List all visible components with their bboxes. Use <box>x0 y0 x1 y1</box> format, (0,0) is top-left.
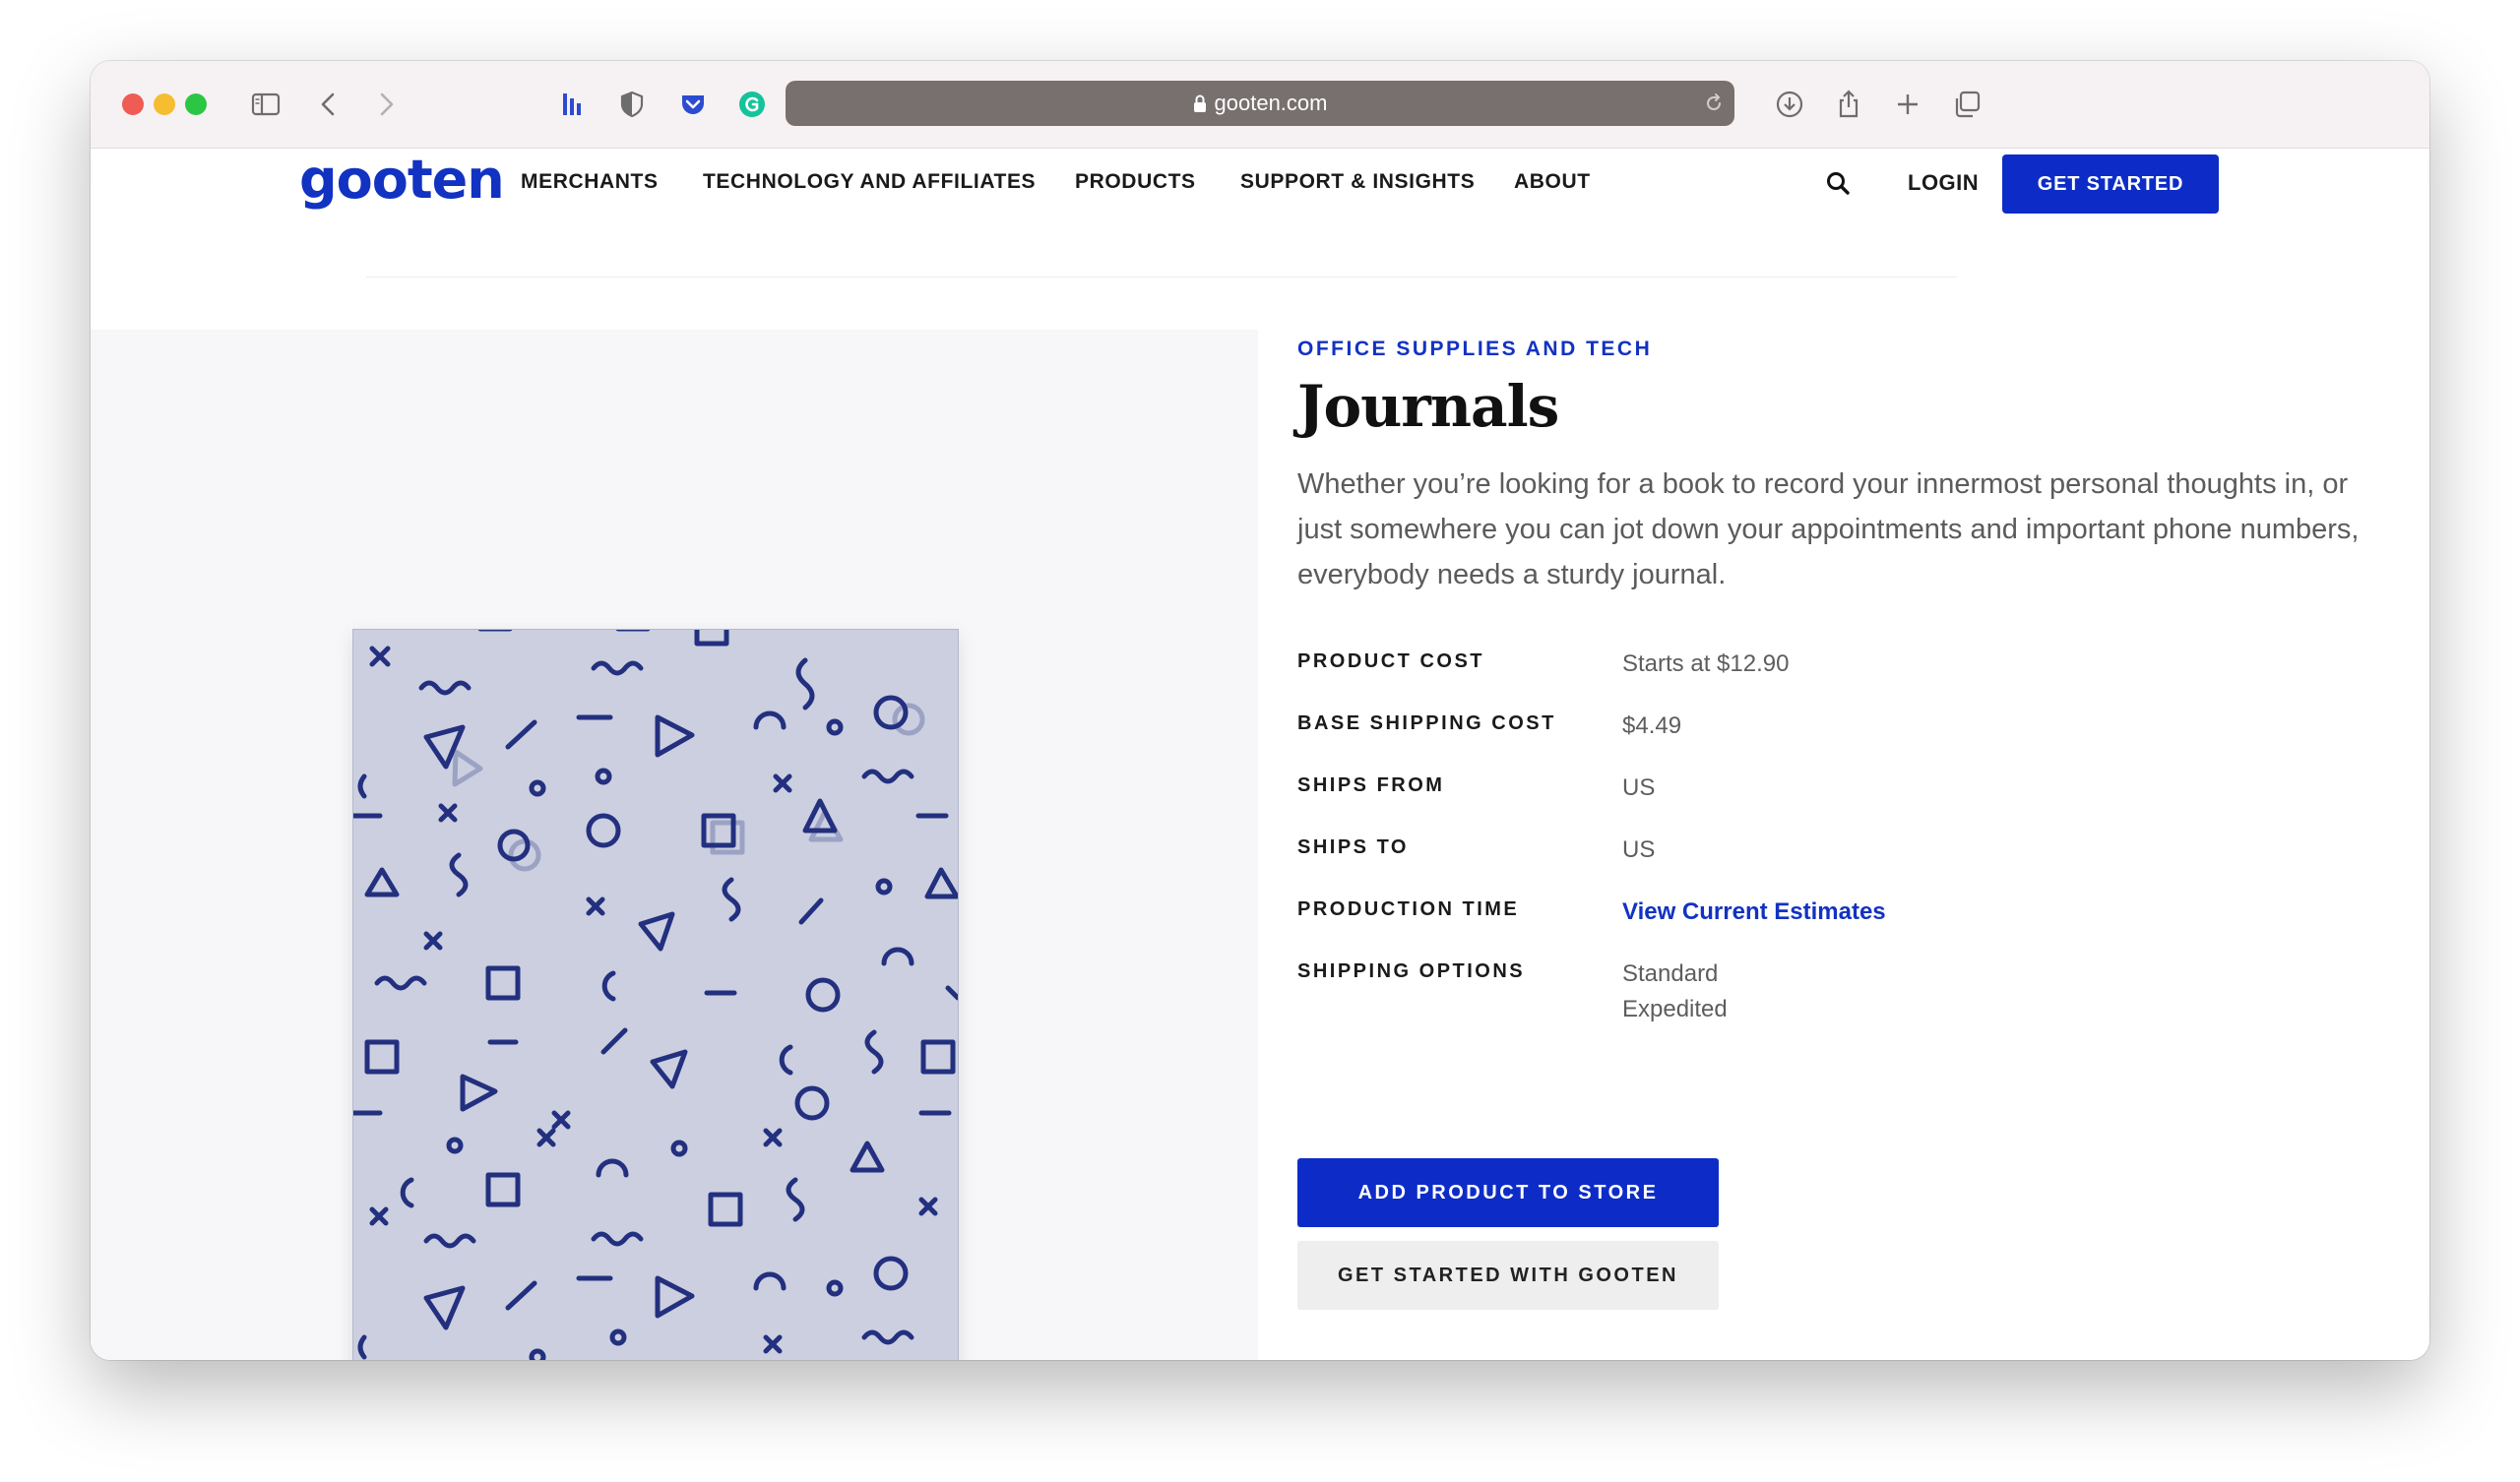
grammarly-icon[interactable] <box>730 83 774 126</box>
spec-value: Standard Expedited <box>1622 957 1728 1027</box>
header-divider <box>366 277 1957 278</box>
spec-label: SHIPPING OPTIONS <box>1297 960 1526 982</box>
browser-window: gooten.com gooten MERCHANTS TECHNOLOGY A… <box>91 61 2429 1360</box>
browser-toolbar: gooten.com <box>91 61 2429 149</box>
address-bar-url: gooten.com <box>1214 91 1328 115</box>
shipping-option-standard: Standard <box>1622 960 1719 987</box>
product-description: Whether you’re looking for a book to rec… <box>1297 468 2360 590</box>
nav-item-about[interactable]: ABOUT <box>1514 170 1591 194</box>
tab-overview-icon[interactable] <box>1945 83 1988 126</box>
product-image-panel <box>91 330 1258 1360</box>
product-category[interactable]: OFFICE SUPPLIES AND TECH <box>1297 338 1652 361</box>
lock-icon <box>1193 94 1206 112</box>
spec-value: US <box>1622 774 1656 801</box>
spec-label: PRODUCT COST <box>1297 650 1484 672</box>
zoom-window-button[interactable] <box>185 93 207 115</box>
back-arrow-icon[interactable] <box>307 83 350 126</box>
product-title: Journals <box>1297 373 1559 440</box>
privacy-shield-icon[interactable] <box>610 83 654 126</box>
spec-label: BASE SHIPPING COST <box>1297 712 1556 734</box>
address-bar[interactable]: gooten.com <box>786 81 1734 126</box>
add-product-to-store-button[interactable]: ADD PRODUCT TO STORE <box>1297 1158 1719 1227</box>
site-header: gooten MERCHANTS TECHNOLOGY AND AFFILIAT… <box>91 149 2429 278</box>
spec-label: SHIPS FROM <box>1297 774 1445 796</box>
spec-value: US <box>1622 836 1656 863</box>
sidebar-toggle-icon[interactable] <box>244 83 287 126</box>
pocket-icon[interactable] <box>671 83 715 126</box>
spec-label: SHIPS TO <box>1297 836 1409 858</box>
view-current-estimates-link[interactable]: View Current Estimates <box>1622 895 1886 930</box>
downloads-icon[interactable] <box>1768 83 1811 126</box>
login-link[interactable]: LOGIN <box>1908 170 1979 196</box>
nav-item-support-insights[interactable]: SUPPORT & INSIGHTS <box>1240 170 1475 194</box>
extension-bars-icon[interactable] <box>551 83 595 126</box>
minimize-window-button[interactable] <box>154 93 175 115</box>
spec-value: Starts at $12.90 <box>1622 650 1790 677</box>
nav-item-products[interactable]: PRODUCTS <box>1075 170 1196 194</box>
nav-item-merchants[interactable]: MERCHANTS <box>521 170 659 194</box>
forward-arrow-icon[interactable] <box>364 83 408 126</box>
shipping-option-expedited: Expedited <box>1622 996 1728 1022</box>
spec-label: PRODUCTION TIME <box>1297 898 1520 920</box>
nav-item-technology-and-affiliates[interactable]: TECHNOLOGY AND AFFILIATES <box>703 170 1036 194</box>
gooten-logo[interactable]: gooten <box>299 149 505 211</box>
page-content: gooten MERCHANTS TECHNOLOGY AND AFFILIAT… <box>91 149 2429 1360</box>
search-icon[interactable] <box>1825 170 1851 196</box>
get-started-button[interactable]: GET STARTED <box>2002 154 2219 214</box>
journal-product-image <box>352 629 959 1360</box>
reload-icon[interactable] <box>1703 93 1725 114</box>
close-window-button[interactable] <box>122 93 144 115</box>
get-started-with-gooten-button[interactable]: GET STARTED WITH GOOTEN <box>1297 1241 1719 1310</box>
spec-value: $4.49 <box>1622 712 1682 739</box>
new-tab-plus-icon[interactable] <box>1886 83 1929 126</box>
share-icon[interactable] <box>1827 83 1870 126</box>
